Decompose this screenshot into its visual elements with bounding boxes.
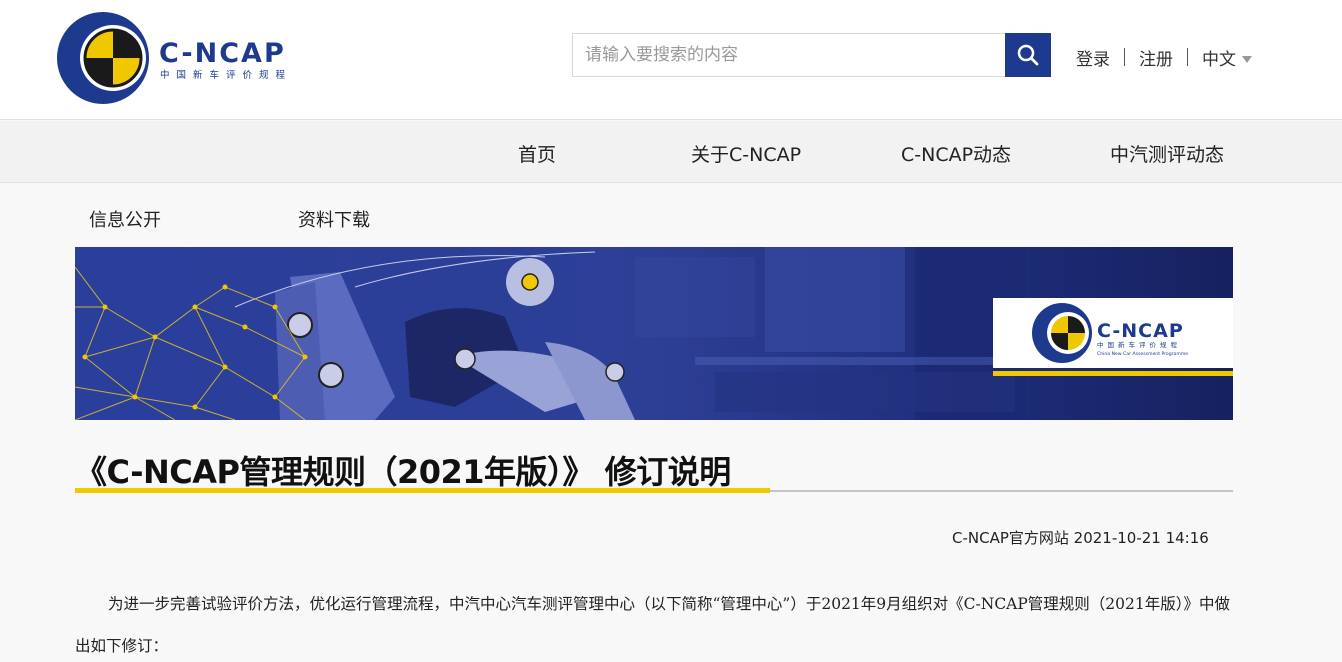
nav-item-news[interactable]: C-NCAP动态 [901,140,1011,167]
banner-illustration: C-NCAP 中国新车评价规程 China New Car Assessment… [75,247,1233,420]
nav-item-about[interactable]: 关于C-NCAP [691,140,801,167]
article-source-date: C-NCAP官方网站 2021-10-21 14:16 [952,529,1209,547]
search-icon [1017,44,1039,66]
c-ncap-logo[interactable]: C-NCAP 中国新车评价规程 [57,12,327,104]
search-button[interactable] [1005,33,1051,77]
article-paragraph: 为进一步完善试验评价方法，优化运行管理流程，中汽中心汽车测评管理中心（以下简称“… [75,595,1230,655]
register-link[interactable]: 注册 [1125,45,1187,70]
subnav-item-downloads[interactable]: 资料下载 [298,206,370,232]
banner-logo-subtitle-en: China New Car Assessment Programme [1097,351,1188,357]
nav-item-home[interactable]: 首页 [518,140,556,167]
language-label: 中文 [1202,49,1236,70]
search-input[interactable]: 请输入要搜索的内容 [572,33,1006,77]
nav-item-cata-news[interactable]: 中汽测评动态 [1110,140,1224,167]
site-header: C-NCAP 中国新车评价规程 请输入要搜索的内容 登录 注册 中文 [0,0,1342,120]
caret-down-icon [1242,56,1252,63]
search-placeholder: 请输入要搜索的内容 [585,45,738,65]
main-nav: 首页 关于C-NCAP C-NCAP动态 中汽测评动态 [0,121,1342,183]
banner-logo-subtitle: 中国新车评价规程 [1097,340,1181,349]
top-links: 登录 注册 中文 [1062,44,1266,70]
title-accent-underline [75,488,770,493]
logo-brand-text: C-NCAP [159,38,286,69]
subnav-item-info[interactable]: 信息公开 [89,206,161,232]
login-link[interactable]: 登录 [1062,45,1124,70]
banner-logo-text: C-NCAP [1097,320,1184,342]
language-selector[interactable]: 中文 [1188,45,1266,70]
logo-subtitle-text: 中国新车评价规程 [160,69,292,81]
article-title: 《C-NCAP管理规则（2021年版）》 修订说明 [75,453,731,491]
hero-banner: C-NCAP 中国新车评价规程 China New Car Assessment… [75,247,1233,420]
